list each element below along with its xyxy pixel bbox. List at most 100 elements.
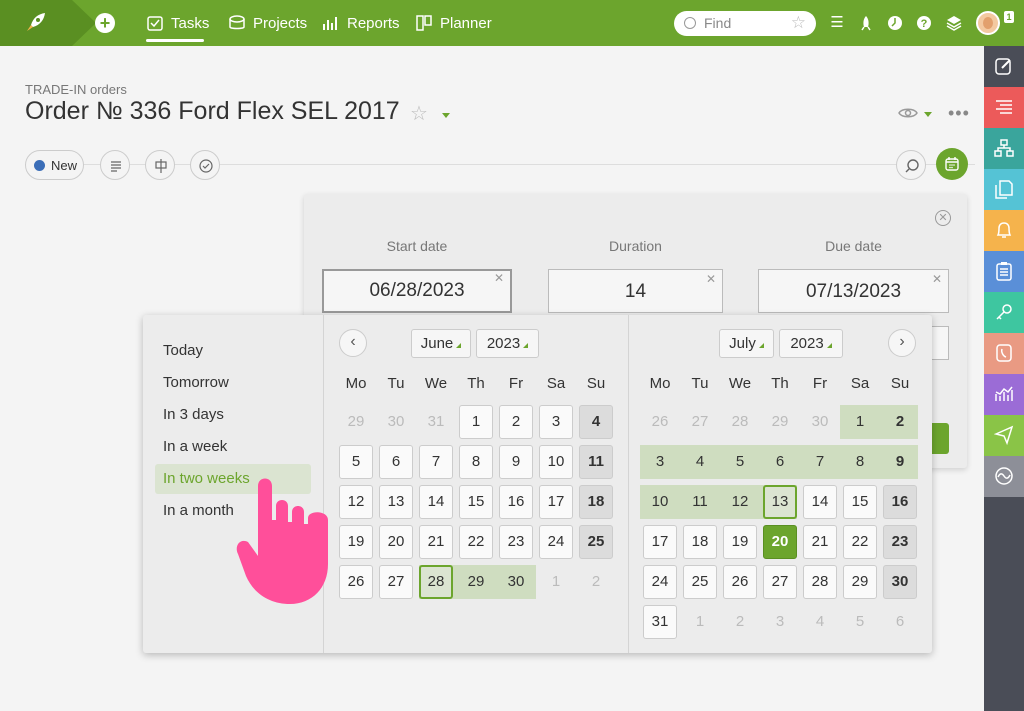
day-cell[interactable]: 5 — [843, 605, 877, 639]
checklist-button[interactable] — [190, 150, 220, 180]
add-new-button[interactable]: + — [95, 13, 115, 33]
day-cell[interactable]: 23 — [499, 525, 533, 559]
day-cell[interactable]: 1 — [843, 405, 877, 439]
start-date-field[interactable]: 06/28/2023 ✕ — [322, 269, 512, 313]
save-button[interactable] — [931, 423, 949, 454]
day-cell[interactable]: 12 — [339, 485, 373, 519]
day-cell[interactable]: 31 — [643, 605, 677, 639]
favorite-star-icon[interactable]: ☆ — [410, 101, 428, 126]
day-cell[interactable]: 27 — [683, 405, 717, 439]
day-cell[interactable]: 29 — [763, 405, 797, 439]
day-cell[interactable]: 19 — [339, 525, 373, 559]
day-cell[interactable]: 21 — [419, 525, 453, 559]
day-cell[interactable]: 1 — [539, 565, 573, 599]
clear-due-icon[interactable]: ✕ — [932, 257, 942, 301]
calendar-button[interactable] — [936, 148, 968, 180]
day-cell[interactable]: 29 — [843, 565, 877, 599]
eye-icon[interactable] — [898, 106, 918, 120]
chart-icon[interactable] — [984, 374, 1024, 415]
day-cell[interactable]: 9 — [883, 445, 917, 479]
send-icon[interactable] — [984, 415, 1024, 456]
day-cell[interactable]: 1 — [459, 405, 493, 439]
favorites-star-icon[interactable]: ☆ — [791, 13, 806, 33]
day-cell[interactable]: 27 — [379, 565, 413, 599]
day-cell[interactable]: 17 — [539, 485, 573, 519]
day-cell[interactable]: 11 — [683, 485, 717, 519]
day-cell[interactable]: 26 — [339, 565, 373, 599]
day-cell[interactable]: 24 — [643, 565, 677, 599]
day-cell[interactable]: 26 — [643, 405, 677, 439]
more-options-icon[interactable]: ••• — [948, 103, 970, 124]
day-cell[interactable]: 15 — [843, 485, 877, 519]
day-cell[interactable]: 24 — [539, 525, 573, 559]
day-cell[interactable]: 28 — [723, 405, 757, 439]
day-cell[interactable]: 4 — [683, 445, 717, 479]
quick-tomorrow[interactable]: Tomorrow — [155, 368, 311, 398]
status-badge[interactable]: New — [25, 150, 84, 180]
day-cell[interactable]: 3 — [539, 405, 573, 439]
day-cell[interactable]: 17 — [643, 525, 677, 559]
day-cell[interactable]: 27 — [763, 565, 797, 599]
day-cell[interactable]: 22 — [459, 525, 493, 559]
day-cell[interactable]: 6 — [883, 605, 917, 639]
day-cell[interactable]: 12 — [723, 485, 757, 519]
close-icon[interactable]: ✕ — [935, 210, 951, 226]
nav-planner[interactable]: Planner — [415, 0, 492, 46]
day-cell[interactable]: 2 — [579, 565, 613, 599]
day-cell[interactable]: 2 — [723, 605, 757, 639]
breadcrumb[interactable]: TRADE-IN orders — [25, 82, 127, 97]
right-year-select[interactable]: 2023 — [779, 329, 843, 358]
day-cell[interactable]: 3 — [763, 605, 797, 639]
day-cell[interactable]: 5 — [723, 445, 757, 479]
timer-icon[interactable] — [886, 14, 904, 32]
search-task-button[interactable] — [896, 150, 926, 180]
day-cell[interactable]: 4 — [579, 405, 613, 439]
launch-icon[interactable] — [857, 14, 875, 32]
day-cell[interactable]: 10 — [539, 445, 573, 479]
due-date-field[interactable]: 07/13/2023 ✕ — [758, 269, 949, 313]
next-month-button[interactable]: › — [888, 329, 916, 357]
search-box[interactable]: Find ☆ — [674, 11, 816, 36]
day-cell[interactable]: 25 — [579, 525, 613, 559]
structure-icon[interactable] — [984, 128, 1024, 169]
nav-projects[interactable]: Projects — [228, 0, 307, 46]
day-cell[interactable]: 13 — [379, 485, 413, 519]
today-day-cell[interactable]: 20 — [763, 525, 797, 559]
day-cell[interactable]: 7 — [419, 445, 453, 479]
day-cell[interactable]: 8 — [843, 445, 877, 479]
day-cell[interactable]: 2 — [883, 405, 917, 439]
day-cell[interactable]: 16 — [883, 485, 917, 519]
help-icon[interactable]: ? — [915, 14, 933, 32]
search-input[interactable]: Find — [704, 15, 731, 31]
list-icon[interactable] — [984, 87, 1024, 128]
day-cell[interactable]: 4 — [803, 605, 837, 639]
nav-reports[interactable]: Reports — [322, 0, 400, 46]
day-cell[interactable]: 2 — [499, 405, 533, 439]
day-cell[interactable]: 25 — [683, 565, 717, 599]
day-cell[interactable]: 10 — [643, 485, 677, 519]
quick-in-3-days[interactable]: In 3 days — [155, 400, 311, 430]
day-cell[interactable]: 30 — [379, 405, 413, 439]
phone-icon[interactable] — [984, 333, 1024, 374]
prev-month-button[interactable]: ‹ — [339, 329, 367, 357]
day-cell[interactable]: 26 — [723, 565, 757, 599]
day-cell[interactable]: 29 — [459, 565, 493, 599]
day-cell[interactable]: 22 — [843, 525, 877, 559]
day-cell[interactable]: 30 — [803, 405, 837, 439]
day-cell[interactable]: 3 — [643, 445, 677, 479]
watchers-caret-icon[interactable] — [924, 112, 932, 117]
left-month-select[interactable]: June — [411, 329, 471, 358]
edit-icon[interactable] — [984, 46, 1024, 87]
day-cell[interactable]: 16 — [499, 485, 533, 519]
duration-field[interactable]: 14 ✕ — [548, 269, 723, 313]
subtasks-button[interactable] — [145, 150, 175, 180]
layers-icon[interactable] — [945, 14, 963, 32]
day-cell[interactable]: 23 — [883, 525, 917, 559]
day-cell[interactable]: 20 — [379, 525, 413, 559]
day-cell[interactable]: 15 — [459, 485, 493, 519]
clear-duration-icon[interactable]: ✕ — [706, 257, 716, 301]
day-cell[interactable]: 8 — [459, 445, 493, 479]
day-cell[interactable]: 5 — [339, 445, 373, 479]
day-cell[interactable]: 11 — [579, 445, 613, 479]
title-dropdown-caret-icon[interactable] — [442, 113, 450, 118]
